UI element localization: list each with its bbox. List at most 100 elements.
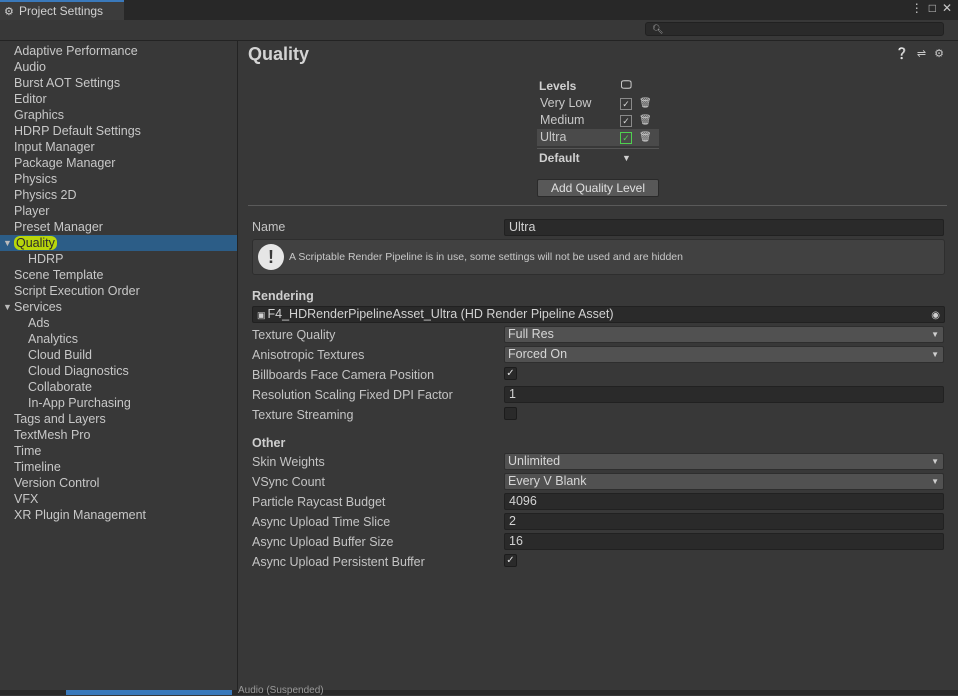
sidebar-item-label: Physics 2D [14, 188, 77, 202]
render-pipeline-asset-field[interactable]: ▣ F4_HDRenderPipelineAsset_Ultra (HD Rend… [252, 306, 945, 323]
name-field[interactable]: Ultra [504, 219, 944, 236]
sidebar-item-player[interactable]: Player [0, 203, 237, 219]
maximize-icon[interactable]: □ [929, 1, 936, 15]
level-enabled-checkbox[interactable]: ✓ [620, 115, 632, 127]
sidebar-item-quality[interactable]: ▼ Quality [0, 235, 237, 251]
sidebar-item-burst-aot[interactable]: Burst AOT Settings [0, 75, 237, 91]
level-enabled-checkbox[interactable]: ✓ [620, 98, 632, 110]
billboards-checkbox[interactable]: ✓ [504, 367, 517, 380]
sidebar-item-label: VFX [14, 492, 39, 506]
sidebar-item-collaborate[interactable]: Collaborate [0, 379, 237, 395]
levels-header-label: Levels [539, 79, 577, 93]
trash-icon[interactable]: 🗑 [639, 95, 652, 112]
sidebar-item-cloud-build[interactable]: Cloud Build [0, 347, 237, 363]
expand-arrow-icon[interactable]: ▼ [3, 299, 12, 315]
help-icon[interactable]: ❔ [895, 47, 909, 60]
add-quality-level-button[interactable]: Add Quality Level [537, 179, 659, 197]
warning-text: A Scriptable Render Pipeline is in use, … [289, 251, 683, 263]
sidebar-item-adaptive-performance[interactable]: Adaptive Performance [0, 43, 237, 59]
sidebar-item-tags-and-layers[interactable]: Tags and Layers [0, 411, 237, 427]
tab-project-settings[interactable]: ⚙ Project Settings [0, 0, 124, 20]
sidebar-item-xr-plugin-management[interactable]: XR Plugin Management [0, 507, 237, 523]
skin-weights-dropdown[interactable]: Unlimited ▼ [504, 453, 944, 470]
sidebar-item-textmesh-pro[interactable]: TextMesh Pro [0, 427, 237, 443]
sidebar-item-preset-manager[interactable]: Preset Manager [0, 219, 237, 235]
presets-icon[interactable]: ⇌ [917, 47, 926, 60]
sidebar-item-audio[interactable]: Audio [0, 59, 237, 75]
status-bar: Audio (Suspended) [0, 685, 958, 696]
close-icon[interactable]: ✕ [942, 1, 952, 15]
sidebar-item-label: Cloud Diagnostics [28, 364, 129, 378]
sidebar-item-input-manager[interactable]: Input Manager [0, 139, 237, 155]
sidebar-item-editor[interactable]: Editor [0, 91, 237, 107]
sidebar-item-hdrp[interactable]: HDRP [0, 251, 237, 267]
sidebar-item-in-app-purchasing[interactable]: In-App Purchasing [0, 395, 237, 411]
dropdown-value: Every V Blank [508, 474, 587, 488]
sidebar-item-version-control[interactable]: Version Control [0, 475, 237, 491]
sidebar-item-label: XR Plugin Management [14, 508, 147, 522]
sidebar-item-cloud-diagnostics[interactable]: Cloud Diagnostics [0, 363, 237, 379]
upload-time-slice-label: Async Upload Time Slice [252, 515, 391, 529]
sidebar-item-package-manager[interactable]: Package Manager [0, 155, 237, 171]
chevron-down-icon[interactable]: ▼ [622, 149, 631, 167]
sidebar-item-label: Scene Template [14, 268, 104, 282]
sidebar-item-label: Player [14, 204, 50, 218]
sidebar-item-label: Input Manager [14, 140, 95, 154]
search-row: 🔍︎ [0, 20, 958, 41]
warning-icon: ! [258, 244, 284, 270]
level-name: Ultra [540, 130, 567, 144]
persistent-buffer-checkbox[interactable]: ✓ [504, 554, 517, 567]
upload-buffer-size-field[interactable]: 16 [504, 533, 944, 550]
level-row-very-low[interactable]: Very Low ✓ 🗑 [537, 95, 659, 112]
vsync-dropdown[interactable]: Every V Blank ▼ [504, 473, 944, 490]
sidebar-item-label: Ads [28, 316, 50, 330]
sidebar-item-timeline[interactable]: Timeline [0, 459, 237, 475]
upload-buffer-size-label: Async Upload Buffer Size [252, 535, 394, 549]
chevron-down-icon: ▼ [931, 330, 939, 339]
sidebar-item-label: Package Manager [14, 156, 116, 170]
texture-streaming-checkbox[interactable] [504, 407, 517, 420]
quality-panel: Quality ❔ ⇌ ⚙ Levels 🖵 Very Low ✓ 🗑 Medi… [238, 41, 958, 695]
quality-levels-table: Levels 🖵 Very Low ✓ 🗑 Medium ✓ 🗑 Ultra ✓… [537, 79, 659, 167]
sidebar-item-ads[interactable]: Ads [0, 315, 237, 331]
sidebar-item-analytics[interactable]: Analytics [0, 331, 237, 347]
dpi-factor-field[interactable]: 1 [504, 386, 944, 403]
dropdown-value: Forced On [508, 347, 568, 361]
object-picker-icon[interactable]: ◉ [931, 308, 940, 323]
settings-icon[interactable]: ⚙ [934, 47, 944, 60]
sidebar-item-label: Analytics [28, 332, 79, 346]
dpi-factor-label: Resolution Scaling Fixed DPI Factor [252, 388, 453, 402]
sidebar-item-script-execution-order[interactable]: Script Execution Order [0, 283, 237, 299]
sidebar-item-physics[interactable]: Physics [0, 171, 237, 187]
texture-quality-dropdown[interactable]: Full Res ▼ [504, 326, 944, 343]
sidebar-item-label: Graphics [14, 108, 65, 122]
dropdown-value: Unlimited [508, 454, 561, 468]
sidebar-item-services[interactable]: ▼ Services [0, 299, 237, 315]
sidebar-item-graphics[interactable]: Graphics [0, 107, 237, 123]
level-enabled-checkbox[interactable]: ✓ [620, 132, 632, 144]
progress-bar [66, 690, 232, 695]
level-row-medium[interactable]: Medium ✓ 🗑 [537, 112, 659, 129]
sidebar-item-label: Cloud Build [28, 348, 92, 362]
rendering-section-header: Rendering [252, 289, 314, 303]
trash-icon[interactable]: 🗑 [639, 129, 652, 146]
upload-time-slice-field[interactable]: 2 [504, 513, 944, 530]
tab-title: Project Settings [19, 4, 104, 18]
sidebar-item-physics-2d[interactable]: Physics 2D [0, 187, 237, 203]
anisotropic-textures-dropdown[interactable]: Forced On ▼ [504, 346, 944, 363]
raycast-budget-field[interactable]: 4096 [504, 493, 944, 510]
sidebar: Adaptive Performance Audio Burst AOT Set… [0, 41, 238, 695]
expand-arrow-icon[interactable]: ▼ [3, 235, 12, 251]
sidebar-item-label: Quality [14, 236, 57, 250]
search-input[interactable]: 🔍︎ [645, 22, 944, 36]
sidebar-item-hdrp-default[interactable]: HDRP Default Settings [0, 123, 237, 139]
sidebar-item-label: In-App Purchasing [28, 396, 131, 410]
level-row-ultra[interactable]: Ultra ✓ 🗑 [537, 129, 659, 146]
sidebar-item-time[interactable]: Time [0, 443, 237, 459]
texture-quality-label: Texture Quality [252, 328, 336, 342]
title-bar: ⚙ Project Settings ⋮ □ ✕ [0, 0, 958, 21]
sidebar-item-vfx[interactable]: VFX [0, 491, 237, 507]
trash-icon[interactable]: 🗑 [639, 112, 652, 129]
more-vertical-icon[interactable]: ⋮ [911, 1, 923, 15]
sidebar-item-scene-template[interactable]: Scene Template [0, 267, 237, 283]
